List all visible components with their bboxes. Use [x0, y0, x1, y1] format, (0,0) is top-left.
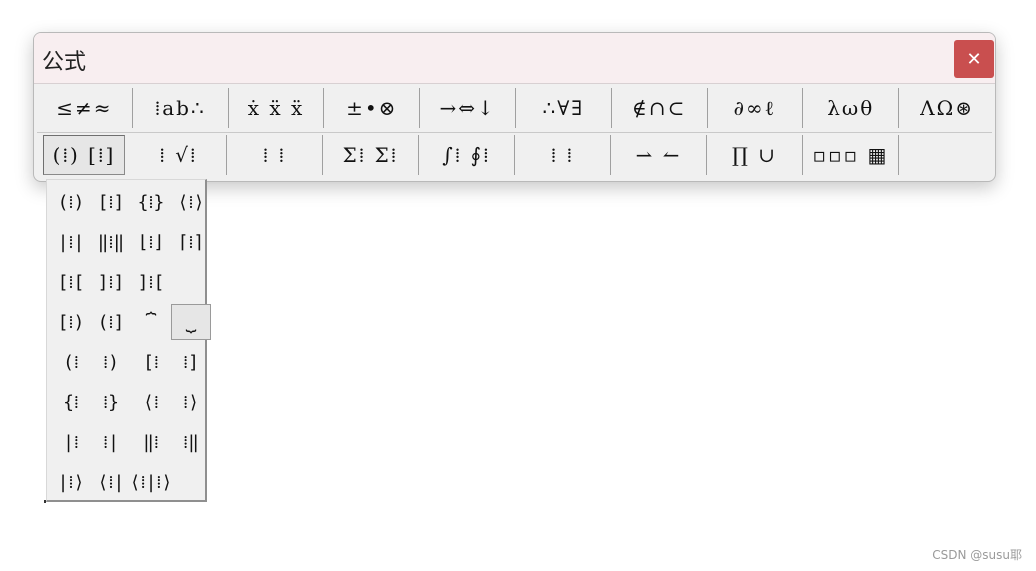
left-paren-template[interactable]: (⁞ — [51, 344, 91, 380]
dropdown-row: [⁞[ ]⁞] ]⁞[ — [51, 263, 211, 301]
abs-value-template[interactable]: |⁞| — [51, 224, 91, 260]
title-bar[interactable]: 公式 ✕ — [34, 33, 995, 84]
dropdown-row: (⁞ ⁞) [⁞ ⁞] — [51, 343, 211, 381]
fraction-radical-templates-button[interactable]: ⁞ √⁞ — [131, 135, 227, 175]
dropdown-row: (⁞) [⁞] {⁞} ⟨⁞⟩ — [51, 183, 211, 221]
left-bar-template[interactable]: |⁞ — [51, 424, 91, 460]
greek-lower-palette-button[interactable]: λωθ — [803, 88, 900, 128]
matrix-templates-button[interactable]: ▫▫▫ ▦ — [803, 135, 899, 175]
bra-ket-template[interactable]: ⟨⁞|⁞⟩ — [130, 464, 173, 500]
dropdown-row: |⁞ ⁞| ‖⁞ ⁞‖ — [51, 423, 211, 461]
bracket-open-open-template[interactable]: [⁞[ — [51, 264, 91, 300]
close-icon: ✕ — [966, 48, 982, 70]
watermark: CSDN @susu耶 — [932, 548, 1022, 562]
right-angle-template[interactable]: ⁞⟩ — [171, 384, 211, 420]
logic-palette-button[interactable]: ∴∀∃ — [516, 88, 612, 128]
braces-template[interactable]: {⁞} — [131, 184, 171, 220]
bar-templates-button[interactable]: ⁞ ⁞ — [515, 135, 611, 175]
close-button[interactable]: ✕ — [954, 40, 994, 78]
symbol-palette-row: ≤≠≈ ⁞ab∴ ẋ ẍ ẍ ±•⊗ →⇔↓ ∴∀∃ ∉∩⊂ ∂∞ℓ λωθ Λ… — [37, 85, 995, 131]
labeled-arrow-templates-button[interactable]: ⇀ ↼ — [611, 135, 707, 175]
right-bar-template[interactable]: ⁞| — [91, 424, 131, 460]
right-bracket-template[interactable]: ⁞] — [171, 344, 211, 380]
left-angle-template[interactable]: ⟨⁞ — [131, 384, 171, 420]
relations-palette-button[interactable]: ≤≠≈ — [37, 88, 133, 128]
parentheses-template[interactable]: (⁞) — [51, 184, 91, 220]
angle-brackets-template[interactable]: ⟨⁞⟩ — [171, 184, 211, 220]
underbrace-template[interactable]: ⏟ — [171, 304, 211, 340]
dropdown-row: |⁞⟩ ⟨⁞| ⟨⁞|⁞⟩ — [51, 463, 211, 501]
empty-slot — [171, 264, 211, 300]
overbrace-template[interactable]: ⏞ — [131, 304, 171, 340]
fences-templates-button[interactable]: (⁞) [⁞] — [43, 135, 125, 175]
template-palette-row: (⁞) [⁞] ⁞ √⁞ ⁞ ⁞ Σ⁞ Σ⁞ ∫⁞ ∮⁞ ⁞ ⁞ ⇀ ↼ ∏ ∪… — [37, 132, 995, 178]
right-paren-template[interactable]: ⁞) — [91, 344, 131, 380]
text-caret — [44, 500, 46, 503]
spaces-ellipses-palette-button[interactable]: ⁞ab∴ — [133, 88, 229, 128]
floor-template[interactable]: ⌊⁞⌋ — [131, 224, 171, 260]
ceiling-template[interactable]: ⌈⁞⌉ — [171, 224, 211, 260]
right-brace-template[interactable]: ⁞} — [91, 384, 131, 420]
bracket-close-open-template[interactable]: ]⁞[ — [131, 264, 171, 300]
norm-template[interactable]: ‖⁞‖ — [91, 224, 131, 260]
paren-bracket-template[interactable]: (⁞] — [91, 304, 131, 340]
bra-template[interactable]: ⟨⁞| — [91, 464, 131, 500]
equation-toolbar-window: 公式 ✕ ≤≠≈ ⁞ab∴ ẋ ẍ ẍ ±•⊗ →⇔↓ ∴∀∃ ∉∩⊂ ∂∞ℓ … — [33, 32, 996, 182]
set-theory-palette-button[interactable]: ∉∩⊂ — [612, 88, 708, 128]
left-double-bar-template[interactable]: ‖⁞ — [131, 424, 171, 460]
operators-palette-button[interactable]: ±•⊗ — [324, 88, 421, 128]
empty-slot — [171, 464, 211, 500]
window-title: 公式 — [42, 50, 87, 75]
bracket-paren-template[interactable]: [⁞) — [51, 304, 91, 340]
misc-symbols-palette-button[interactable]: ∂∞ℓ — [708, 88, 804, 128]
script-templates-button[interactable]: ⁞ ⁞ — [227, 135, 323, 175]
arrows-palette-button[interactable]: →⇔↓ — [420, 88, 516, 128]
fences-dropdown-menu: (⁞) [⁞] {⁞} ⟨⁞⟩ |⁞| ‖⁞‖ ⌊⁞⌋ ⌈⁞⌉ [⁞[ ]⁞] … — [46, 179, 211, 502]
left-bracket-template[interactable]: [⁞ — [131, 344, 171, 380]
dropdown-row: |⁞| ‖⁞‖ ⌊⁞⌋ ⌈⁞⌉ — [51, 223, 211, 261]
integral-templates-button[interactable]: ∫⁞ ∮⁞ — [419, 135, 515, 175]
right-double-bar-template[interactable]: ⁞‖ — [171, 424, 211, 460]
products-templates-button[interactable]: ∏ ∪ — [707, 135, 803, 175]
bracket-close-close-template[interactable]: ]⁞] — [91, 264, 131, 300]
dropdown-row: [⁞) (⁞] ⏞ ⏟ — [51, 303, 211, 341]
greek-upper-palette-button[interactable]: ΛΩ⊛ — [899, 88, 995, 128]
summation-templates-button[interactable]: Σ⁞ Σ⁞ — [323, 135, 419, 175]
embellishments-palette-button[interactable]: ẋ ẍ ẍ — [229, 88, 325, 128]
ket-template[interactable]: |⁞⟩ — [51, 464, 91, 500]
left-brace-template[interactable]: {⁞ — [51, 384, 91, 420]
brackets-template[interactable]: [⁞] — [91, 184, 131, 220]
dropdown-row: {⁞ ⁞} ⟨⁞ ⁞⟩ — [51, 383, 211, 421]
